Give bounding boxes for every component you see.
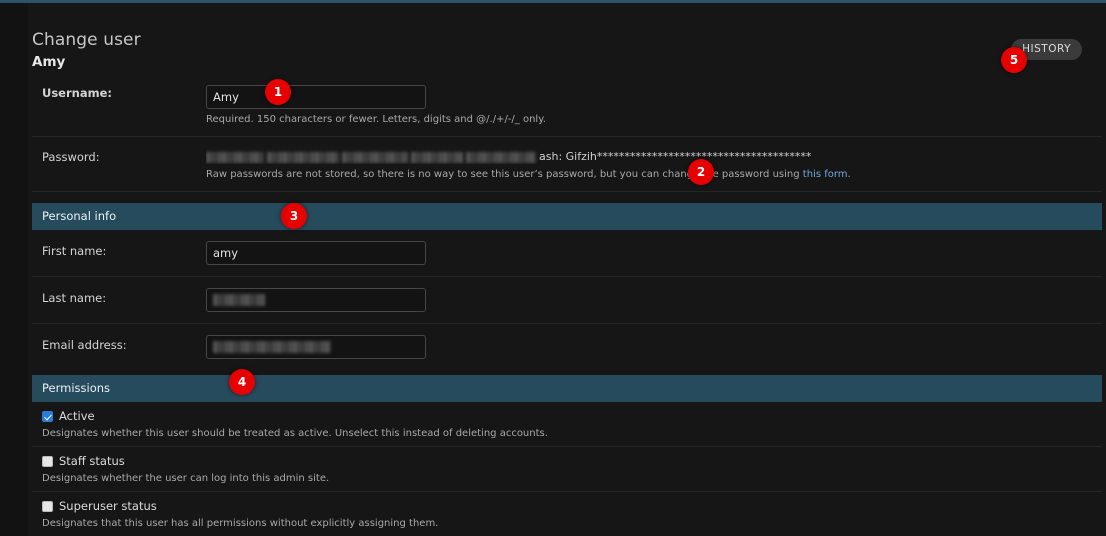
redacted-hash-part-5 — [466, 151, 536, 163]
annotation-marker-1: 1 — [265, 79, 291, 105]
annotation-marker-4: 4 — [229, 369, 255, 395]
admin-page: Change user HISTORY Amy Username: Requir… — [0, 3, 1106, 536]
object-name-heading: Amy — [32, 54, 66, 70]
is-staff-help-text: Designates whether the user can log into… — [42, 473, 330, 484]
page-title: Change user — [32, 30, 141, 51]
password-label: Password: — [42, 150, 100, 164]
form-row-is-superuser: Superuser status Designates that this us… — [32, 492, 1102, 536]
is-staff-label: Staff status — [59, 454, 125, 468]
content-area: Change user HISTORY Amy Username: Requir… — [28, 3, 1106, 536]
redacted-email-value — [213, 341, 331, 353]
redacted-hash-part-3 — [342, 151, 408, 163]
is-staff-checkbox[interactable] — [42, 455, 53, 467]
last-name-label: Last name: — [42, 291, 107, 305]
password-hash-readonly: ash: Gifzih*****************************… — [206, 149, 1102, 164]
is-superuser-help-text: Designates that this user has all permis… — [42, 518, 439, 529]
username-input[interactable] — [206, 85, 426, 109]
is-active-checkbox[interactable] — [42, 410, 53, 422]
is-superuser-checkbox[interactable] — [42, 500, 53, 512]
change-password-link[interactable]: this form — [803, 169, 848, 180]
password-hash-visible: ash: Gifzih*****************************… — [539, 150, 812, 163]
form-row-first-name: First name: — [32, 230, 1102, 277]
fieldset-header-permissions: Permissions — [32, 375, 1102, 402]
form-row-is-staff: Staff status Designates whether the user… — [32, 447, 1102, 492]
email-label: Email address: — [42, 338, 127, 352]
is-active-help-text: Designates whether this user should be t… — [42, 428, 548, 439]
form-row-email: Email address: — [32, 324, 1102, 370]
fieldset-header-personal-info: Personal info — [32, 203, 1102, 230]
form-row-is-active: Active Designates whether this user shou… — [32, 402, 1102, 447]
form-row-last-name: Last name: — [32, 277, 1102, 324]
first-name-label: First name: — [42, 244, 107, 258]
is-active-label: Active — [59, 409, 95, 423]
redacted-hash-part-1 — [206, 151, 264, 163]
redacted-hash-part-4 — [411, 151, 463, 163]
annotation-marker-5: 5 — [1001, 47, 1027, 73]
annotation-marker-2: 2 — [688, 159, 714, 185]
first-name-input[interactable] — [206, 241, 426, 265]
username-help-text: Required. 150 characters or fewer. Lette… — [206, 114, 546, 125]
form-row-password: Password: ash: Gifzih*******************… — [32, 137, 1102, 192]
username-label: Username: — [42, 86, 112, 100]
form-row-username: Username: Required. 150 characters or fe… — [32, 75, 1102, 137]
password-help-text: Raw passwords are not stored, so there i… — [206, 168, 1102, 181]
redacted-hash-part-2 — [267, 151, 339, 163]
annotation-marker-3: 3 — [281, 203, 307, 229]
is-superuser-label: Superuser status — [59, 499, 157, 513]
password-help-after: . — [847, 169, 851, 180]
redacted-last-name-value — [213, 294, 265, 306]
